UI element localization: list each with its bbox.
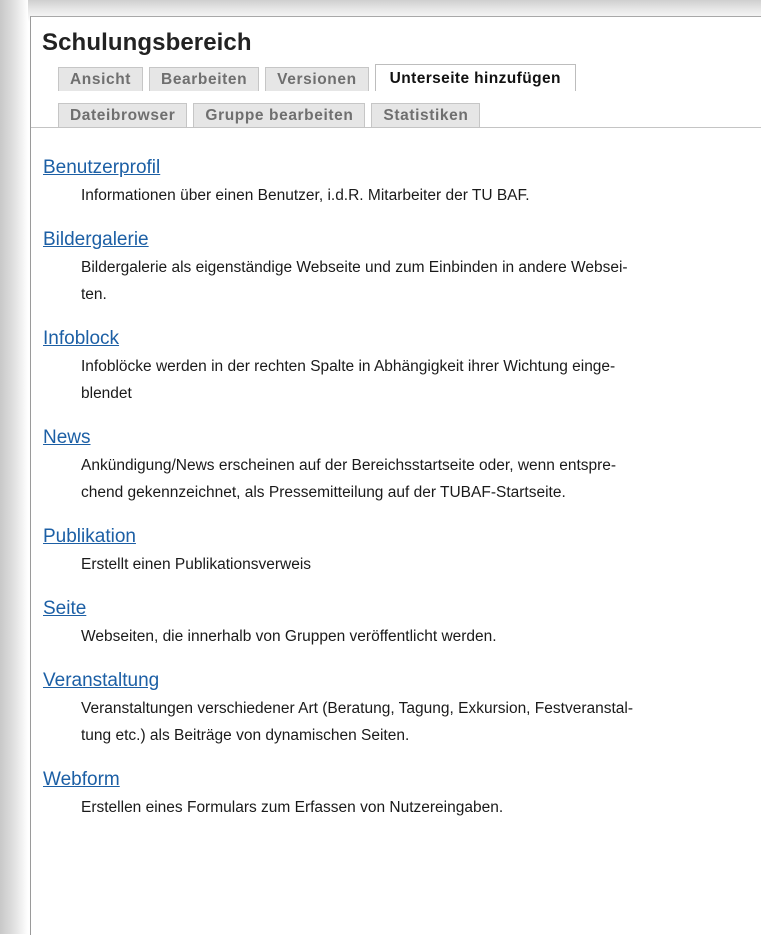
description-line: Informationen über einen Benutzer, i.d.R… <box>81 187 530 204</box>
content-type-link-news[interactable]: News <box>43 425 91 450</box>
screenshot-frame: Schulungsbereich Ansicht Bearbeiten Vers… <box>0 0 761 935</box>
content-type-description: Informationen über einen Benutzer, i.d.R… <box>81 182 753 209</box>
description-line: chend gekennzeichnet, als Pressemitteilu… <box>81 484 566 501</box>
content-type-item: Veranstaltung Veranstaltungen verschiede… <box>43 668 753 749</box>
tab-unterseite-hinzufuegen[interactable]: Unterseite hinzufügen <box>374 64 576 91</box>
description-line: Bildergalerie als eigenständige Webseite… <box>81 259 628 276</box>
description-line: ten. <box>81 286 107 303</box>
content-type-item: Webform Erstellen eines Formulars zum Er… <box>43 767 753 821</box>
content-type-link-publikation[interactable]: Publikation <box>43 524 136 549</box>
tab-bearbeiten[interactable]: Bearbeiten <box>149 67 260 91</box>
tab-row-secondary: Dateibrowser Gruppe bearbeiten Statistik… <box>58 103 486 127</box>
content-type-description: Ankündigung/News erscheinen auf der Bere… <box>81 452 753 506</box>
content-type-description: Erstellen eines Formulars zum Erfassen v… <box>81 794 753 821</box>
description-line: Erstellen eines Formulars zum Erfassen v… <box>81 799 504 816</box>
left-shadow <box>0 0 28 934</box>
tab-ansicht[interactable]: Ansicht <box>58 67 144 91</box>
content-type-list: Benutzerprofil Informationen über einen … <box>43 155 753 839</box>
content-type-link-infoblock[interactable]: Infoblock <box>43 326 119 351</box>
description-line: tung etc.) als Beiträge von dynamischen … <box>81 727 410 744</box>
tab-gruppe-bearbeiten[interactable]: Gruppe bearbeiten <box>193 103 366 127</box>
content-type-link-seite[interactable]: Seite <box>43 596 86 621</box>
content-type-item: Benutzerprofil Informationen über einen … <box>43 155 753 209</box>
content-type-description: Webseiten, die innerhalb von Gruppen ver… <box>81 623 753 650</box>
tab-row-primary: Ansicht Bearbeiten Versionen Unterseite … <box>58 64 582 91</box>
content-type-item: Publikation Erstellt einen Publikationsv… <box>43 524 753 578</box>
tab-versionen[interactable]: Versionen <box>265 67 369 91</box>
content-type-item: Infoblock Infoblöcke werden in der recht… <box>43 326 753 407</box>
content-type-link-benutzerprofil[interactable]: Benutzerprofil <box>43 155 160 180</box>
description-line: blendet <box>81 385 132 402</box>
content-type-item: Bildergalerie Bildergalerie als eigenstä… <box>43 227 753 308</box>
tab-statistiken[interactable]: Statistiken <box>371 103 481 127</box>
content-type-description: Erstellt einen Publikationsverweis <box>81 551 753 578</box>
description-line: Infoblöcke werden in der rechten Spalte … <box>81 358 616 375</box>
content-type-description: Bildergalerie als eigenständige Webseite… <box>81 254 753 308</box>
description-line: Webseiten, die innerhalb von Gruppen ver… <box>81 628 497 645</box>
content-type-item: News Ankündigung/News erscheinen auf der… <box>43 425 753 506</box>
description-line: Ankündigung/News erscheinen auf der Bere… <box>81 457 617 474</box>
content-type-description: Infoblöcke werden in der rechten Spalte … <box>81 353 753 407</box>
content-type-link-webform[interactable]: Webform <box>43 767 120 792</box>
description-line: Erstellt einen Publikationsverweis <box>81 556 312 573</box>
content-panel: Schulungsbereich Ansicht Bearbeiten Vers… <box>30 16 761 935</box>
description-line: Veranstaltungen verschiedener Art (Berat… <box>81 700 633 717</box>
content-type-link-bildergalerie[interactable]: Bildergalerie <box>43 227 149 252</box>
content-type-description: Veranstaltungen verschiedener Art (Berat… <box>81 695 753 749</box>
tab-divider <box>31 127 761 128</box>
tab-dateibrowser[interactable]: Dateibrowser <box>58 103 188 127</box>
content-type-link-veranstaltung[interactable]: Veranstaltung <box>43 668 159 693</box>
page-title: Schulungsbereich <box>42 29 252 56</box>
content-type-item: Seite Webseiten, die innerhalb von Grupp… <box>43 596 753 650</box>
